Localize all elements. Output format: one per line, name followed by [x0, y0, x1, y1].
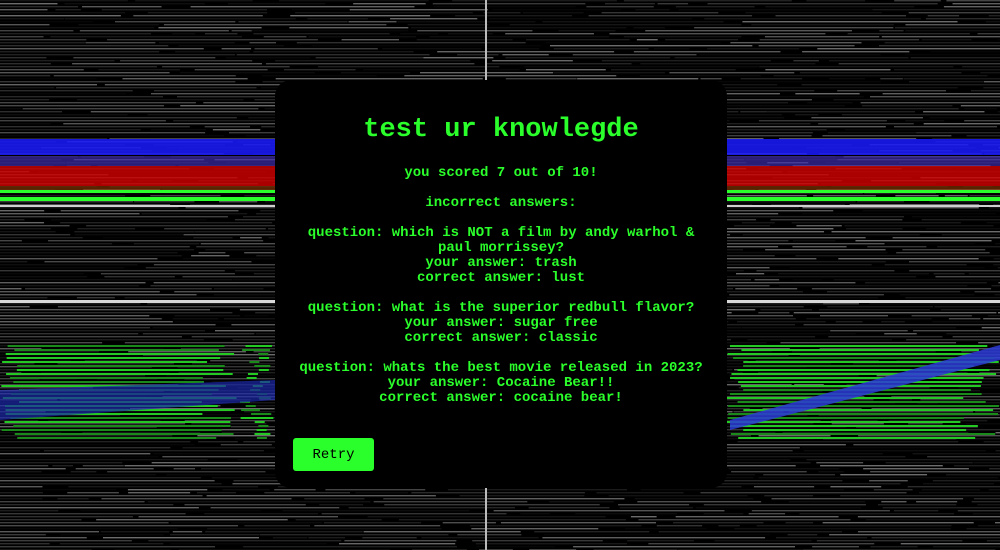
- your-answer: your answer: Cocaine Bear!!: [387, 375, 615, 391]
- question-text: question: whats the best movie released …: [299, 360, 703, 376]
- your-answer: your answer: trash: [425, 255, 577, 271]
- correct-answer: correct answer: classic: [404, 330, 598, 346]
- quiz-results-card: test ur knowlegde you scored 7 out of 10…: [275, 80, 727, 488]
- incorrect-answer-item: question: whats the best movie released …: [293, 361, 709, 406]
- correct-answer: correct answer: lust: [416, 270, 586, 286]
- question-text: question: what is the superior redbull f…: [307, 300, 695, 316]
- your-answer: your answer: sugar free: [404, 315, 598, 331]
- question-text: question: which is NOT a film by andy wa…: [307, 225, 695, 256]
- quiz-title: test ur knowlegde: [363, 115, 639, 145]
- incorrect-answer-item: question: what is the superior redbull f…: [293, 301, 709, 346]
- retry-button[interactable]: Retry: [293, 438, 374, 471]
- score-text: you scored 7 out of 10!: [404, 165, 598, 181]
- correct-answer: correct answer: cocaine bear!: [379, 390, 623, 406]
- incorrect-answers-header: incorrect answers:: [425, 195, 577, 211]
- incorrect-answer-item: question: which is NOT a film by andy wa…: [293, 226, 709, 286]
